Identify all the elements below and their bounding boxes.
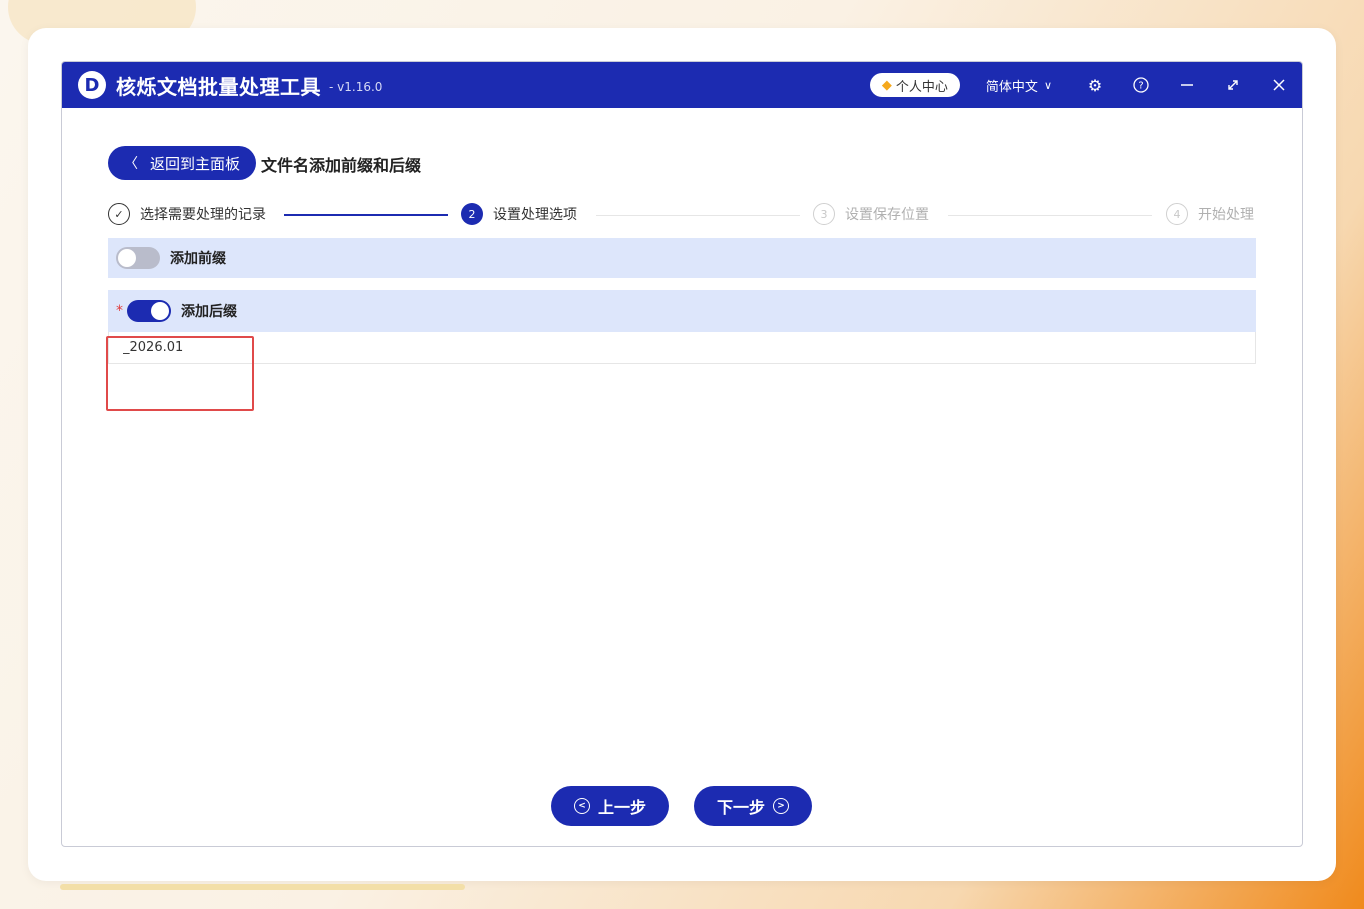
back-to-home-button[interactable]: 〈 返回到主面板 <box>108 146 257 180</box>
chevron-left-circle-icon: < <box>573 798 590 814</box>
help-icon[interactable]: ? <box>1118 62 1164 108</box>
toggle-knob <box>151 302 169 320</box>
gear-icon[interactable]: ⚙ <box>1072 62 1118 108</box>
app-version: - v1.16.0 <box>329 80 383 94</box>
check-icon: ✓ <box>108 203 130 225</box>
close-icon[interactable] <box>1256 62 1302 108</box>
app-logo-icon: D <box>78 71 106 99</box>
title-bar: D 核烁文档批量处理工具 - v1.16.0 ◆ 个人中心 简体中文 ∨ ⚙ ? <box>62 62 1302 108</box>
step-3-number: 3 <box>813 203 835 225</box>
main-content: 〈 返回到主面板 文件名添加前缀和后缀 ✓ 选择需要处理的记录 2 设置处理选项… <box>62 108 1302 846</box>
chevron-left-icon: 〈 <box>124 156 138 172</box>
next-step-button[interactable]: 下一步 > <box>694 786 812 826</box>
step-2: 2 设置处理选项 <box>461 203 577 225</box>
minimize-icon[interactable] <box>1164 62 1210 108</box>
page-title: 文件名添加前缀和后缀 <box>261 156 422 175</box>
background-decoration-bar <box>60 884 465 890</box>
personal-center-button[interactable]: ◆ 个人中心 <box>869 73 960 97</box>
next-step-label: 下一步 <box>716 798 765 817</box>
svg-text:?: ? <box>1138 81 1143 92</box>
step-1: ✓ 选择需要处理的记录 <box>108 203 266 225</box>
step-4-number: 4 <box>1166 203 1188 225</box>
step-4: 4 开始处理 <box>1166 203 1254 225</box>
step-2-number: 2 <box>461 203 483 225</box>
suffix-label: 添加后缀 <box>181 304 237 320</box>
language-label: 简体中文 <box>985 79 1038 95</box>
app-title: 核烁文档批量处理工具 <box>116 74 321 99</box>
step-indicator: ✓ 选择需要处理的记录 2 设置处理选项 3 设置保存位置 4 开始处理 <box>108 203 1256 229</box>
chevron-right-circle-icon: > <box>773 798 789 814</box>
step-1-label: 选择需要处理的记录 <box>140 207 266 223</box>
step-connector <box>596 215 800 216</box>
step-2-label: 设置处理选项 <box>493 207 577 223</box>
step-3-label: 设置保存位置 <box>845 207 929 223</box>
language-selector[interactable]: 简体中文 ∨ <box>986 76 1052 95</box>
step-3: 3 设置保存位置 <box>813 203 929 225</box>
suffix-toggle[interactable] <box>127 300 171 322</box>
chevron-down-icon: ∨ <box>1043 78 1052 92</box>
maximize-icon[interactable] <box>1210 62 1256 108</box>
diamond-icon: ◆ <box>881 77 892 93</box>
suffix-option: * 添加后缀 <box>108 290 1256 332</box>
step-4-label: 开始处理 <box>1198 207 1254 223</box>
title-bar-controls: ◆ 个人中心 简体中文 ∨ ⚙ ? <box>869 62 1302 108</box>
personal-center-label: 个人中心 <box>895 79 948 95</box>
toggle-knob <box>118 249 136 267</box>
app-window: D 核烁文档批量处理工具 - v1.16.0 ◆ 个人中心 简体中文 ∨ ⚙ ? <box>61 61 1303 847</box>
prev-step-label: 上一步 <box>597 798 646 817</box>
step-connector <box>284 214 448 216</box>
back-button-label: 返回到主面板 <box>150 154 241 173</box>
suffix-input-row <box>108 332 1256 364</box>
prefix-label: 添加前缀 <box>170 251 226 267</box>
highlight-annotation <box>106 336 254 411</box>
prefix-option: 添加前缀 <box>108 238 1256 278</box>
prev-step-button[interactable]: < 上一步 <box>551 786 669 826</box>
prefix-toggle[interactable] <box>116 247 160 269</box>
required-mark: * <box>116 303 123 319</box>
step-connector <box>948 215 1152 216</box>
